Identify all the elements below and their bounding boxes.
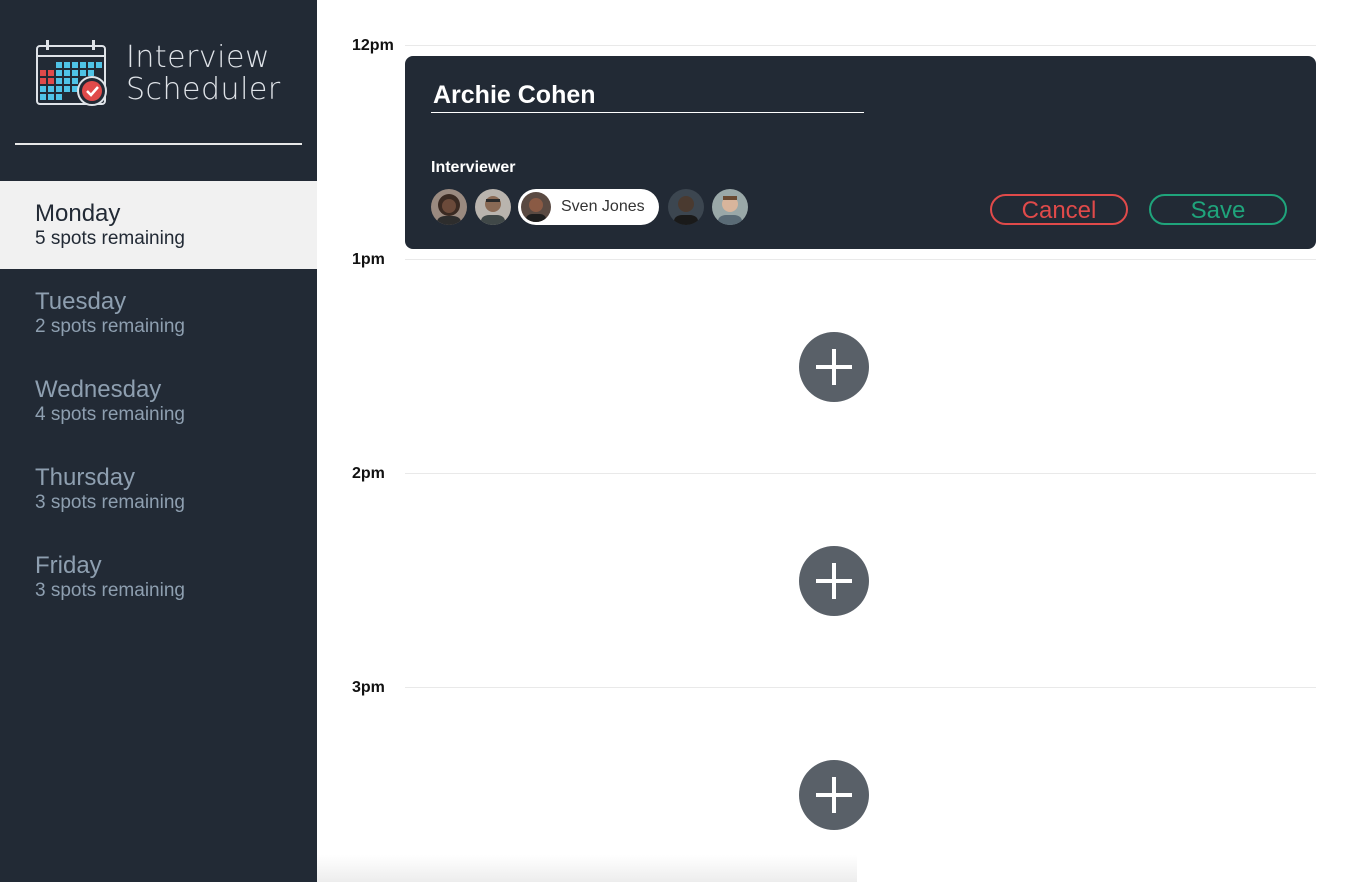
day-item-thursday[interactable]: Thursday 3 spots remaining xyxy=(0,445,317,533)
add-appointment-button[interactable] xyxy=(799,760,869,830)
app-title: Interview Scheduler xyxy=(126,42,296,106)
person-avatar-icon xyxy=(431,189,467,225)
day-spots: 4 spots remaining xyxy=(35,404,185,425)
appointment-form: Interviewer xyxy=(405,56,1316,249)
add-appointment-button[interactable] xyxy=(799,332,869,402)
day-list: Monday 5 spots remaining Tuesday 2 spots… xyxy=(0,181,317,621)
day-name: Monday xyxy=(35,200,121,227)
day-name: Tuesday xyxy=(35,288,127,315)
plus-icon xyxy=(816,349,852,385)
interviewer-avatar xyxy=(521,192,551,222)
sidebar: Interview Scheduler Monday 5 spots remai… xyxy=(0,0,317,882)
day-item-wednesday[interactable]: Wednesday 4 spots remaining xyxy=(0,357,317,445)
slot-time: 2pm xyxy=(352,465,385,482)
plus-icon xyxy=(816,563,852,599)
save-button[interactable]: Save xyxy=(1149,194,1287,225)
day-spots: 5 spots remaining xyxy=(35,228,185,249)
interviewer-label: Interviewer xyxy=(431,159,516,176)
interviewer-avatar[interactable] xyxy=(431,189,467,225)
interviewer-avatar[interactable] xyxy=(475,189,511,225)
day-name: Friday xyxy=(35,552,102,579)
calendar-logo-icon xyxy=(36,40,107,106)
cancel-button[interactable]: Cancel xyxy=(990,194,1128,225)
app-title-line1: Interview xyxy=(126,40,270,75)
slot-divider xyxy=(405,473,1316,474)
day-item-friday[interactable]: Friday 3 spots remaining xyxy=(0,533,317,621)
student-name-input[interactable] xyxy=(431,78,864,113)
slot-divider xyxy=(405,687,1316,688)
day-item-tuesday[interactable]: Tuesday 2 spots remaining xyxy=(0,269,317,357)
slot-divider xyxy=(405,45,1316,46)
selected-interviewer-chip[interactable]: Sven Jones xyxy=(518,189,659,225)
app-title-line2: Scheduler xyxy=(126,72,281,107)
day-spots: 2 spots remaining xyxy=(35,316,185,337)
sidebar-separator xyxy=(15,143,302,145)
person-avatar-icon xyxy=(668,189,704,225)
interviewer-avatar[interactable] xyxy=(712,189,748,225)
person-avatar-icon xyxy=(475,189,511,225)
day-name: Thursday xyxy=(35,464,136,491)
day-spots: 3 spots remaining xyxy=(35,580,185,601)
person-avatar-icon xyxy=(521,192,551,222)
day-spots: 3 spots remaining xyxy=(35,492,185,513)
slot-time: 1pm xyxy=(352,251,385,268)
plus-icon xyxy=(816,777,852,813)
add-appointment-button[interactable] xyxy=(799,546,869,616)
schedule: 12pm Interviewer xyxy=(317,0,1354,882)
interviewer-avatar[interactable] xyxy=(668,189,704,225)
slot-time: 12pm xyxy=(352,37,394,54)
day-item-monday[interactable]: Monday 5 spots remaining xyxy=(0,181,317,269)
slot-divider xyxy=(405,259,1316,260)
day-name: Wednesday xyxy=(35,376,162,403)
bottom-shadow xyxy=(317,855,857,882)
person-avatar-icon xyxy=(712,189,748,225)
slot-time: 3pm xyxy=(352,679,385,696)
selected-interviewer-name: Sven Jones xyxy=(561,198,645,215)
